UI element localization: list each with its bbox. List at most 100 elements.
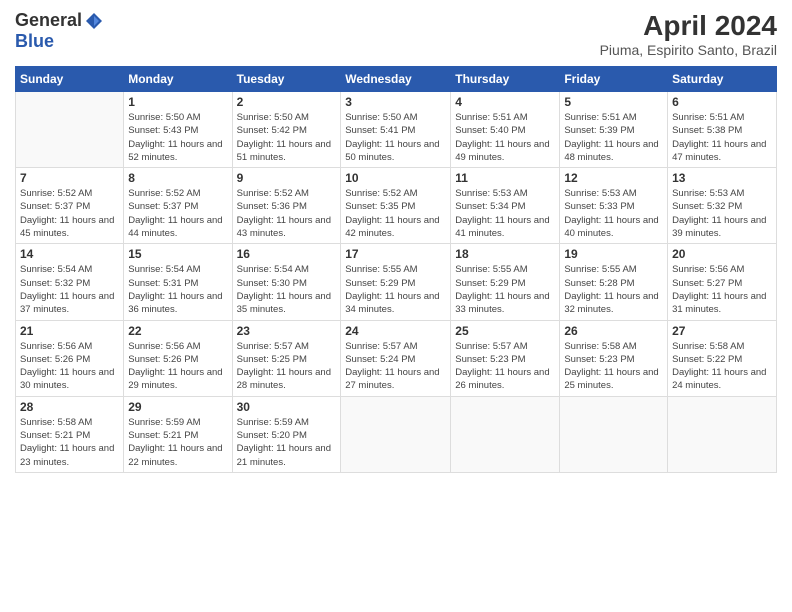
day-info: Sunrise: 5:57 AMSunset: 5:23 PMDaylight:… (455, 340, 555, 393)
day-cell: 15 Sunrise: 5:54 AMSunset: 5:31 PMDayligh… (124, 244, 232, 320)
day-info: Sunrise: 5:52 AMSunset: 5:35 PMDaylight:… (345, 187, 446, 240)
day-cell: 30 Sunrise: 5:59 AMSunset: 5:20 PMDayligh… (232, 396, 341, 472)
day-info: Sunrise: 5:52 AMSunset: 5:37 PMDaylight:… (128, 187, 227, 240)
day-number: 20 (672, 247, 772, 261)
col-header-monday: Monday (124, 67, 232, 92)
col-header-thursday: Thursday (451, 67, 560, 92)
day-number: 28 (20, 400, 119, 414)
day-info: Sunrise: 5:58 AMSunset: 5:21 PMDaylight:… (20, 416, 119, 469)
day-cell: 29Sunrise: 5:59 AMSunset: 5:21 PMDayligh… (124, 396, 232, 472)
day-number: 23 (237, 324, 337, 338)
day-cell: 21Sunrise: 5:56 AMSunset: 5:26 PMDayligh… (16, 320, 124, 396)
month-title: April 2024 (600, 10, 777, 42)
day-cell (668, 396, 777, 472)
day-cell: 26 Sunrise: 5:58 AMSunset: 5:23 PMDayligh… (560, 320, 668, 396)
col-header-sunday: Sunday (16, 67, 124, 92)
day-number: 13 (672, 171, 772, 185)
day-info: Sunrise: 5:58 AMSunset: 5:23 PMDaylight:… (564, 340, 663, 393)
day-number: 24 (345, 324, 446, 338)
day-number: 2 (237, 95, 337, 109)
day-cell: 2 Sunrise: 5:50 AMSunset: 5:42 PMDaylight… (232, 92, 341, 168)
day-number: 22 (128, 324, 227, 338)
day-info: Sunrise: 5:51 AMSunset: 5:39 PMDaylight:… (564, 111, 663, 164)
day-number: 4 (455, 95, 555, 109)
day-info: Sunrise: 5:59 AMSunset: 5:21 PMDaylight:… (128, 416, 227, 469)
day-cell: 13 Sunrise: 5:53 AMSunset: 5:32 PMDayligh… (668, 168, 777, 244)
day-info: Sunrise: 5:56 AMSunset: 5:26 PMDaylight:… (20, 340, 119, 393)
day-info: Sunrise: 5:53 AMSunset: 5:34 PMDaylight:… (455, 187, 555, 240)
day-cell: 23 Sunrise: 5:57 AMSunset: 5:25 PMDayligh… (232, 320, 341, 396)
day-info: Sunrise: 5:56 AMSunset: 5:26 PMDaylight:… (128, 340, 227, 393)
day-number: 18 (455, 247, 555, 261)
day-info: Sunrise: 5:51 AMSunset: 5:40 PMDaylight:… (455, 111, 555, 164)
day-cell: 25 Sunrise: 5:57 AMSunset: 5:23 PMDayligh… (451, 320, 560, 396)
day-info: Sunrise: 5:50 AMSunset: 5:42 PMDaylight:… (237, 111, 337, 164)
day-info: Sunrise: 5:55 AMSunset: 5:29 PMDaylight:… (345, 263, 446, 316)
logo-blue-text: Blue (15, 31, 54, 52)
week-row-1: 1Sunrise: 5:50 AMSunset: 5:43 PMDaylight… (16, 92, 777, 168)
day-number: 10 (345, 171, 446, 185)
logo-general-text: General (15, 10, 82, 31)
logo-icon (84, 11, 104, 31)
location: Piuma, Espirito Santo, Brazil (600, 42, 777, 58)
day-number: 26 (564, 324, 663, 338)
day-number: 3 (345, 95, 446, 109)
day-number: 15 (128, 247, 227, 261)
day-number: 14 (20, 247, 119, 261)
day-info: Sunrise: 5:55 AMSunset: 5:29 PMDaylight:… (455, 263, 555, 316)
day-info: Sunrise: 5:50 AMSunset: 5:43 PMDaylight:… (128, 111, 227, 164)
header-row: SundayMondayTuesdayWednesdayThursdayFrid… (16, 67, 777, 92)
col-header-saturday: Saturday (668, 67, 777, 92)
day-cell: 16 Sunrise: 5:54 AMSunset: 5:30 PMDayligh… (232, 244, 341, 320)
day-number: 17 (345, 247, 446, 261)
day-number: 9 (237, 171, 337, 185)
day-number: 16 (237, 247, 337, 261)
week-row-2: 7 Sunrise: 5:52 AMSunset: 5:37 PMDaylight… (16, 168, 777, 244)
day-cell: 8Sunrise: 5:52 AMSunset: 5:37 PMDaylight… (124, 168, 232, 244)
day-info: Sunrise: 5:54 AMSunset: 5:31 PMDaylight:… (128, 263, 227, 316)
day-info: Sunrise: 5:53 AMSunset: 5:32 PMDaylight:… (672, 187, 772, 240)
day-cell: 17 Sunrise: 5:55 AMSunset: 5:29 PMDayligh… (341, 244, 451, 320)
day-number: 11 (455, 171, 555, 185)
day-info: Sunrise: 5:56 AMSunset: 5:27 PMDaylight:… (672, 263, 772, 316)
day-number: 12 (564, 171, 663, 185)
day-info: Sunrise: 5:57 AMSunset: 5:24 PMDaylight:… (345, 340, 446, 393)
day-cell: 20 Sunrise: 5:56 AMSunset: 5:27 PMDayligh… (668, 244, 777, 320)
title-section: April 2024 Piuma, Espirito Santo, Brazil (600, 10, 777, 58)
day-cell: 12 Sunrise: 5:53 AMSunset: 5:33 PMDayligh… (560, 168, 668, 244)
day-cell: 5 Sunrise: 5:51 AMSunset: 5:39 PMDaylight… (560, 92, 668, 168)
day-cell: 10 Sunrise: 5:52 AMSunset: 5:35 PMDayligh… (341, 168, 451, 244)
col-header-wednesday: Wednesday (341, 67, 451, 92)
logo: General Blue (15, 10, 104, 52)
week-row-4: 21Sunrise: 5:56 AMSunset: 5:26 PMDayligh… (16, 320, 777, 396)
day-cell: 27Sunrise: 5:58 AMSunset: 5:22 PMDayligh… (668, 320, 777, 396)
day-number: 27 (672, 324, 772, 338)
day-number: 7 (20, 171, 119, 185)
day-cell (16, 92, 124, 168)
day-cell: 14 Sunrise: 5:54 AMSunset: 5:32 PMDayligh… (16, 244, 124, 320)
day-info: Sunrise: 5:53 AMSunset: 5:33 PMDaylight:… (564, 187, 663, 240)
day-info: Sunrise: 5:52 AMSunset: 5:37 PMDaylight:… (20, 187, 119, 240)
day-number: 25 (455, 324, 555, 338)
day-cell (451, 396, 560, 472)
day-info: Sunrise: 5:50 AMSunset: 5:41 PMDaylight:… (345, 111, 446, 164)
week-row-3: 14 Sunrise: 5:54 AMSunset: 5:32 PMDayligh… (16, 244, 777, 320)
day-info: Sunrise: 5:55 AMSunset: 5:28 PMDaylight:… (564, 263, 663, 316)
col-header-tuesday: Tuesday (232, 67, 341, 92)
day-cell: 19Sunrise: 5:55 AMSunset: 5:28 PMDayligh… (560, 244, 668, 320)
day-number: 5 (564, 95, 663, 109)
col-header-friday: Friday (560, 67, 668, 92)
day-info: Sunrise: 5:51 AMSunset: 5:38 PMDaylight:… (672, 111, 772, 164)
day-info: Sunrise: 5:54 AMSunset: 5:30 PMDaylight:… (237, 263, 337, 316)
day-cell: 4 Sunrise: 5:51 AMSunset: 5:40 PMDaylight… (451, 92, 560, 168)
day-cell: 9Sunrise: 5:52 AMSunset: 5:36 PMDaylight… (232, 168, 341, 244)
day-cell: 7 Sunrise: 5:52 AMSunset: 5:37 PMDaylight… (16, 168, 124, 244)
day-info: Sunrise: 5:54 AMSunset: 5:32 PMDaylight:… (20, 263, 119, 316)
day-info: Sunrise: 5:57 AMSunset: 5:25 PMDaylight:… (237, 340, 337, 393)
day-cell: 22 Sunrise: 5:56 AMSunset: 5:26 PMDayligh… (124, 320, 232, 396)
day-cell (341, 396, 451, 472)
day-cell: 1Sunrise: 5:50 AMSunset: 5:43 PMDaylight… (124, 92, 232, 168)
day-number: 30 (237, 400, 337, 414)
day-info: Sunrise: 5:59 AMSunset: 5:20 PMDaylight:… (237, 416, 337, 469)
day-cell: 18 Sunrise: 5:55 AMSunset: 5:29 PMDayligh… (451, 244, 560, 320)
